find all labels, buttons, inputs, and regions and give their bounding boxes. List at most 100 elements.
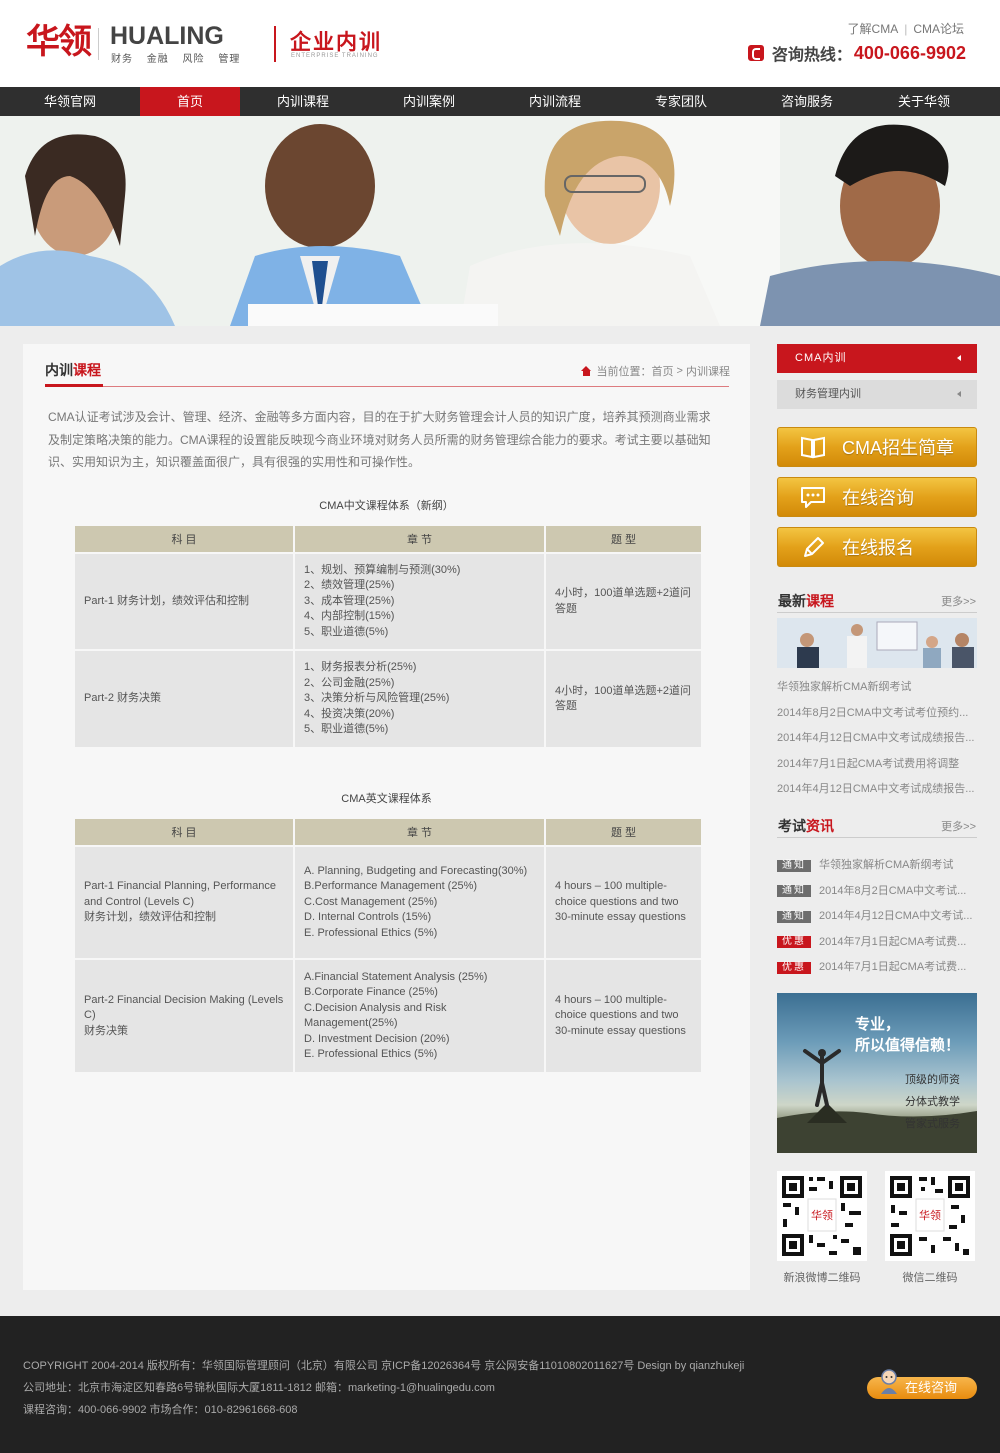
chapter-line: 1、财务报表分析(25%) [304, 661, 417, 674]
chapter-line: 3、成本管理(25%) [304, 594, 395, 607]
list-item[interactable]: 华领独家解析CMA新纲考试 [777, 675, 977, 701]
list-item[interactable]: 2014年4月12日CMA中文考试成绩报告... [777, 726, 977, 752]
link-separator: | [904, 22, 908, 36]
wechat-qr-label: 微信二维码 [902, 1272, 958, 1284]
list-item[interactable]: 2014年7月1日起CMA考试费用将调整 [777, 752, 977, 778]
chapter-line: 4、内部控制(15%) [304, 610, 395, 623]
chapter-line: A. Planning, Budgeting and Forecasting(3… [304, 864, 528, 877]
chapter-line: C.Decision Analysis and Risk Management(… [304, 1001, 447, 1030]
header-type: 题 型 [545, 819, 701, 846]
notice-badge: 通知 [777, 859, 811, 872]
chapter-line: B.Performance Management (25%) [304, 880, 478, 893]
ad-point: 顶级的师资 [905, 1074, 960, 1086]
list-item[interactable]: 优惠 2014年7月1日起CMA考试费... [777, 955, 977, 981]
breadcrumb-home[interactable]: 首页 [651, 363, 673, 379]
table-row: Part-2 财务决策 1、财务报表分析(25%) 2、公司金融(25%) 3、… [75, 649, 701, 747]
brand-subtitle: ENTERPRISE TRAINING [291, 53, 379, 59]
list-item[interactable]: 通知 华领独家解析CMA新纲考试 [777, 853, 977, 879]
online-consult-button[interactable]: 在线咨询 [777, 477, 977, 517]
nav-item-consulting[interactable]: 咨询服务 [744, 87, 870, 116]
footer-address: 公司地址：北京市海淀区知春路6号锦秋国际大厦1811-1812 邮箱：marke… [23, 1382, 495, 1394]
chapter-line: 2、公司金融(25%) [304, 676, 395, 689]
banner-people-illustration [0, 116, 1000, 326]
title-divider [45, 386, 729, 387]
link-cma-forum[interactable]: CMA论坛 [913, 22, 964, 36]
qr-pattern: 华领 [777, 1171, 867, 1261]
link-learn-cma[interactable]: 了解CMA [848, 22, 899, 36]
table-row: Part-1 财务计划，绩效评估和控制 1、规划、预算编制与预测(30%) 2、… [75, 552, 701, 650]
button-label: 在线报名 [842, 538, 914, 558]
brand-divider [274, 26, 276, 62]
trust-ad-banner[interactable]: 专业， 所以值得信赖！ 顶级的师资 分体式教学 管家式服务 [777, 993, 977, 1153]
chat-bubble-icon [801, 487, 825, 508]
chapter-line: E. Professional Ethics (5%) [304, 1048, 438, 1060]
cell-type: 4小时，100道单选题+2道问答题 [545, 552, 701, 650]
button-label: 在线咨询 [842, 488, 914, 508]
list-item[interactable]: 优惠 2014年7月1日起CMA考试费... [777, 930, 977, 956]
cell-chapters: A. Planning, Budgeting and Forecasting(3… [294, 845, 546, 959]
page-title-red: 课程 [73, 362, 101, 378]
latest-courses-list: 华领独家解析CMA新纲考试 2014年8月2日CMA中文考试考位预约... 20… [777, 675, 977, 803]
online-register-button[interactable]: 在线报名 [777, 527, 977, 567]
news-more-link[interactable]: 更多>> [941, 818, 976, 834]
side-item-finance-training[interactable]: 财务管理内训 [777, 380, 977, 409]
hotline-label: 咨询热线： [771, 47, 852, 64]
table-header-row: 科 目 章 节 题 型 [75, 526, 701, 553]
classroom-illustration [777, 618, 977, 668]
classroom-photo[interactable] [777, 618, 977, 668]
arrow-left-icon [957, 391, 961, 397]
nav-item-process[interactable]: 内训流程 [492, 87, 618, 116]
chapter-line: 1、规划、预算编制与预测(30%) [304, 563, 461, 576]
title-red: 资讯 [806, 818, 834, 834]
logo-english[interactable]: HUALING [110, 22, 224, 50]
list-item[interactable]: 2014年8月2日CMA中文考试考位预约... [777, 701, 977, 727]
qr-pattern: 华领 [885, 1171, 975, 1261]
chapter-line: 2、绩效管理(25%) [304, 579, 395, 592]
nav-item-home[interactable]: 首页 [140, 87, 240, 116]
header-chapters: 章 节 [294, 819, 546, 846]
cell-subject: Part-2 财务决策 [75, 649, 295, 747]
list-item[interactable]: 2014年4月12日CMA中文考试成绩报告... [777, 777, 977, 803]
nav-item-about[interactable]: 关于华领 [870, 87, 978, 116]
breadcrumb: 当前位置： 首页 > 内训课程 [581, 363, 730, 379]
table-header-row: 科 目 章 节 题 型 [75, 819, 701, 846]
nav-item-experts[interactable]: 专家团队 [618, 87, 744, 116]
site-header: 华领 HUALING 财务 金融 风险 管理 企业内训 ENTERPRISE T… [0, 0, 1000, 87]
chapter-line: C.Cost Management (25%) [304, 895, 438, 908]
logo-tagline: 财务 金融 风险 管理 [111, 54, 241, 65]
table-row: Part-1 Financial Planning, Performance a… [75, 845, 701, 959]
side-item-label: 财务管理内训 [795, 388, 861, 400]
cell-type: 4 hours – 100 multiple-choice questions … [545, 845, 701, 959]
cell-subject: Part-1 财务计划，绩效评估和控制 [75, 552, 295, 650]
nav-item-courses[interactable]: 内训课程 [240, 87, 366, 116]
book-icon [801, 436, 825, 459]
nav-item-hualing-site[interactable]: 华领官网 [0, 87, 140, 116]
header-chapters: 章 节 [294, 526, 546, 553]
news-text: 2014年4月12日CMA中文考试... [819, 910, 973, 922]
ad-headline-1: 专业， [855, 1016, 901, 1033]
logo-chinese[interactable]: 华领 [26, 22, 92, 62]
ad-headline-2: 所以值得信赖！ [855, 1037, 961, 1054]
news-text: 2014年7月1日起CMA考试费... [819, 935, 967, 948]
side-item-cma-training[interactable]: CMA内训 [777, 344, 977, 373]
cell-subject: Part-2 Financial Decision Making (Levels… [75, 958, 295, 1072]
news-text: 2014年7月1日起CMA考试费... [819, 961, 967, 973]
latest-more-link[interactable]: 更多>> [941, 593, 976, 609]
nav-item-cases[interactable]: 内训案例 [366, 87, 492, 116]
list-item[interactable]: 通知 2014年8月2日CMA中文考试... [777, 879, 977, 905]
subject-cn: 财务决策 [84, 1024, 128, 1037]
arrow-left-icon [957, 355, 961, 361]
exam-news-title: 考试资讯 [778, 816, 834, 836]
footer-copyright: COPYRIGHT 2004-2014 版权所有：华领国际管理顾问（北京）有限公… [23, 1360, 745, 1372]
chapter-line: 5、职业道德(5%) [304, 625, 389, 638]
cell-chapters: 1、规划、预算编制与预测(30%) 2、绩效管理(25%) 3、成本管理(25%… [294, 552, 546, 650]
header-subject: 科 目 [75, 526, 295, 553]
exam-news-list: 通知 华领独家解析CMA新纲考试 通知 2014年8月2日CMA中文考试... … [777, 853, 977, 981]
header-type: 题 型 [545, 526, 701, 553]
cma-brochure-button[interactable]: CMA招生简章 [777, 427, 977, 467]
chapter-line: D. Investment Decision (20%) [304, 1032, 450, 1045]
list-item[interactable]: 通知 2014年4月12日CMA中文考试... [777, 904, 977, 930]
ad-point: 管家式服务 [905, 1118, 960, 1130]
page-title-black: 内训 [45, 362, 73, 378]
site-footer: COPYRIGHT 2004-2014 版权所有：华领国际管理顾问（北京）有限公… [0, 1316, 1000, 1453]
